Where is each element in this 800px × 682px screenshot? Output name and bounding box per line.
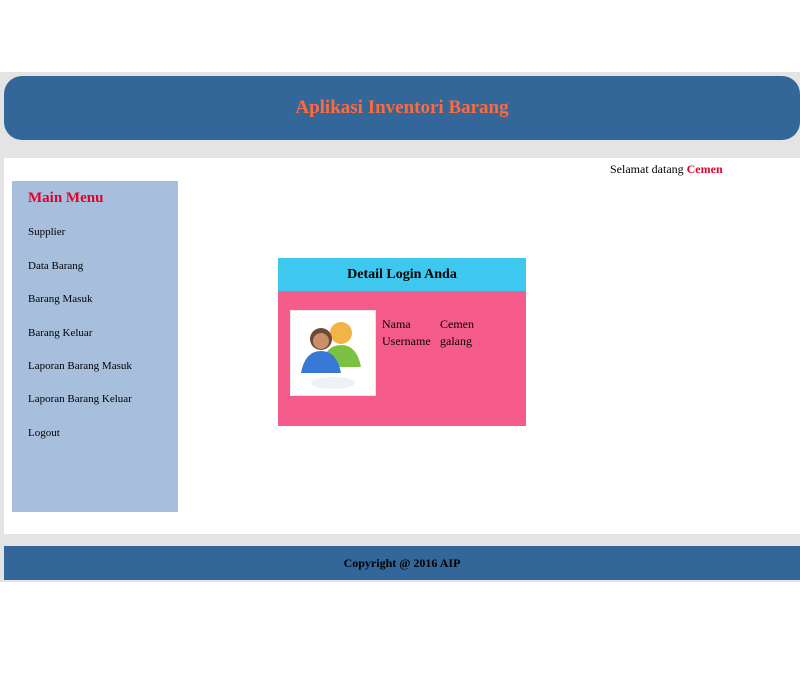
info-value: Cemen bbox=[440, 317, 474, 331]
app-header: Aplikasi Inventori Barang bbox=[4, 76, 800, 140]
info-key: Nama bbox=[382, 317, 411, 331]
menu-item-barang-keluar[interactable]: Barang Keluar bbox=[28, 327, 92, 339]
info-key: Username bbox=[382, 334, 431, 348]
menu-item-supplier[interactable]: Supplier bbox=[28, 226, 65, 238]
copyright-text: Copyright @ 2016 AIP bbox=[343, 555, 461, 570]
menu-item-barang-masuk[interactable]: Barang Masuk bbox=[28, 293, 92, 305]
welcome-user: Cemen bbox=[686, 162, 723, 176]
menu-item-logout[interactable]: Logout bbox=[28, 427, 60, 439]
info-row-nama: Nama Cemen bbox=[382, 316, 474, 333]
menu-item-laporan-barang-masuk[interactable]: Laporan Barang Masuk bbox=[28, 360, 132, 372]
sidebar-menu: Main Menu Supplier Data Barang Barang Ma… bbox=[12, 181, 178, 512]
menu-item-data-barang[interactable]: Data Barang bbox=[28, 260, 83, 272]
info-row-username: Username galang bbox=[382, 333, 474, 350]
users-icon bbox=[290, 310, 376, 396]
info-value: galang bbox=[440, 334, 472, 348]
login-info: Nama Cemen Username galang bbox=[382, 316, 474, 350]
menu-title: Main Menu bbox=[28, 190, 104, 206]
login-detail-panel: Detail Login Anda Nama Cemen Username ga… bbox=[278, 258, 526, 426]
menu-item-laporan-barang-keluar[interactable]: Laporan Barang Keluar bbox=[28, 393, 132, 405]
welcome-prefix: Selamat datang bbox=[610, 162, 684, 176]
panel-title: Detail Login Anda bbox=[278, 258, 526, 291]
app-footer: Copyright @ 2016 AIP bbox=[4, 546, 800, 580]
welcome-message: Selamat datang Cemen bbox=[610, 162, 723, 177]
app-title: Aplikasi Inventori Barang bbox=[295, 97, 509, 118]
